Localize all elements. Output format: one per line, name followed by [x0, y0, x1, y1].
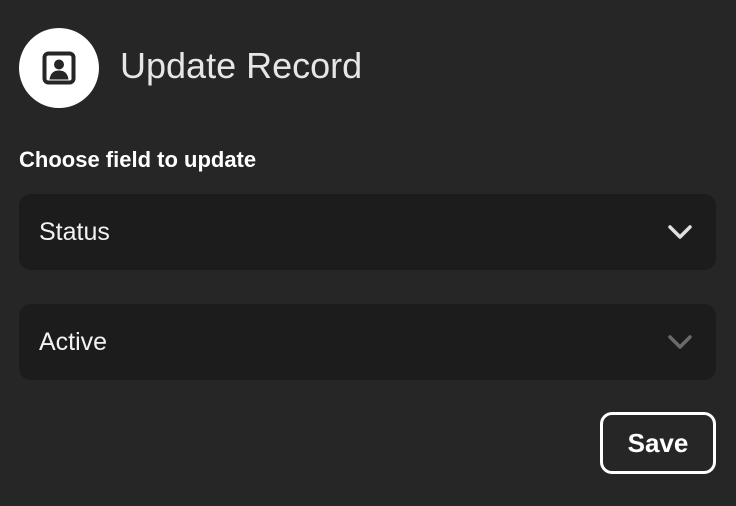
field-select-value: Status [39, 218, 110, 246]
save-button[interactable]: Save [600, 412, 716, 474]
chevron-down-icon [668, 335, 692, 349]
chevron-down-icon [668, 225, 692, 239]
value-select-value: Active [39, 328, 108, 356]
field-label: Choose field to update [19, 147, 257, 172]
avatar [19, 28, 99, 108]
value-select[interactable]: Active [19, 304, 716, 380]
field-select[interactable]: Status [19, 194, 716, 270]
contact-card-icon [42, 51, 76, 85]
page-title: Update Record [120, 45, 363, 86]
update-record-dialog: Update Record Choose field to update Sta… [0, 0, 736, 506]
